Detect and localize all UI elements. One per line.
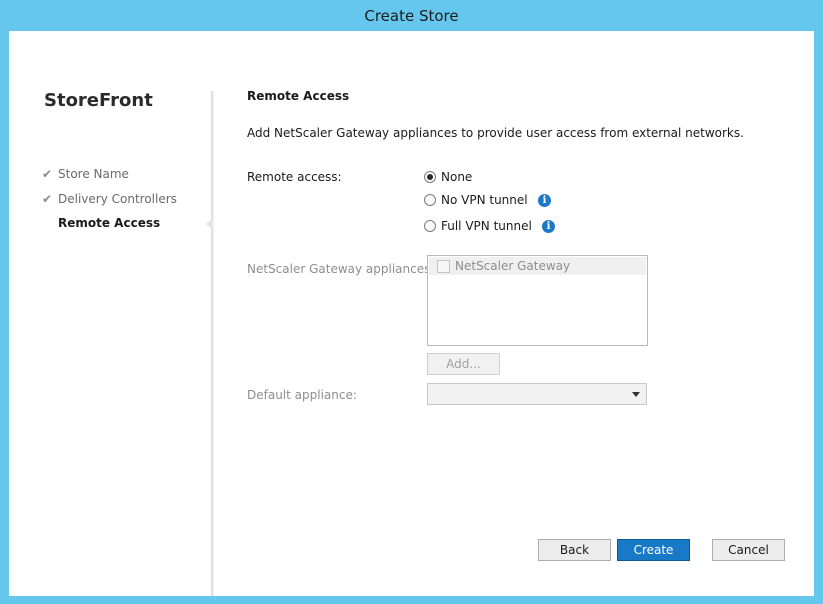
create-store-window: Create Store StoreFront ✔ Store Name ✔ D…: [0, 0, 823, 604]
radio-button-full-vpn[interactable]: [424, 220, 436, 232]
gateway-item-label: NetScaler Gateway: [455, 259, 571, 273]
window-title: Create Store: [364, 7, 459, 25]
step-delivery-controllers: ✔ Delivery Controllers: [42, 192, 177, 206]
radio-button-no-vpn[interactable]: [424, 194, 436, 206]
active-step-pointer: [206, 217, 213, 231]
radio-label-full-vpn: Full VPN tunnel: [441, 219, 532, 233]
add-appliance-button: Add...: [427, 353, 500, 375]
step-label: Store Name: [58, 167, 129, 181]
wizard-client-area: StoreFront ✔ Store Name ✔ Delivery Contr…: [9, 31, 814, 596]
default-appliance-label: Default appliance:: [247, 388, 357, 402]
page-description: Add NetScaler Gateway appliances to prov…: [247, 126, 744, 140]
chevron-down-icon: [632, 392, 640, 397]
wizard-sidebar: StoreFront ✔ Store Name ✔ Delivery Contr…: [9, 31, 211, 596]
back-button[interactable]: Back: [538, 539, 611, 561]
brand-title: StoreFront: [44, 90, 153, 111]
radio-label-none: None: [441, 170, 473, 184]
create-button[interactable]: Create: [617, 539, 690, 561]
step-label: Delivery Controllers: [58, 192, 177, 206]
gateway-checkbox: [437, 260, 450, 273]
radio-label-no-vpn: No VPN tunnel: [441, 193, 528, 207]
remote-access-label: Remote access:: [247, 170, 342, 184]
list-item: NetScaler Gateway: [429, 257, 646, 275]
page-heading: Remote Access: [247, 89, 350, 103]
checkmark-icon: ✔: [42, 167, 53, 181]
sidebar-divider: [211, 91, 214, 596]
step-label: Remote Access: [58, 216, 161, 230]
checkmark-icon: ✔: [42, 192, 53, 206]
default-appliance-dropdown: [427, 383, 647, 405]
info-icon[interactable]: i: [542, 220, 555, 233]
step-remote-access: Remote Access: [58, 216, 160, 230]
step-store-name: ✔ Store Name: [42, 167, 129, 181]
cancel-button[interactable]: Cancel: [712, 539, 785, 561]
wizard-main-panel: Remote Access Add NetScaler Gateway appl…: [221, 31, 814, 596]
info-icon[interactable]: i: [538, 194, 551, 207]
radio-button-none[interactable]: [424, 171, 436, 183]
gateway-appliances-list: NetScaler Gateway: [427, 255, 648, 346]
gateway-appliances-label: NetScaler Gateway appliances:: [247, 262, 435, 276]
